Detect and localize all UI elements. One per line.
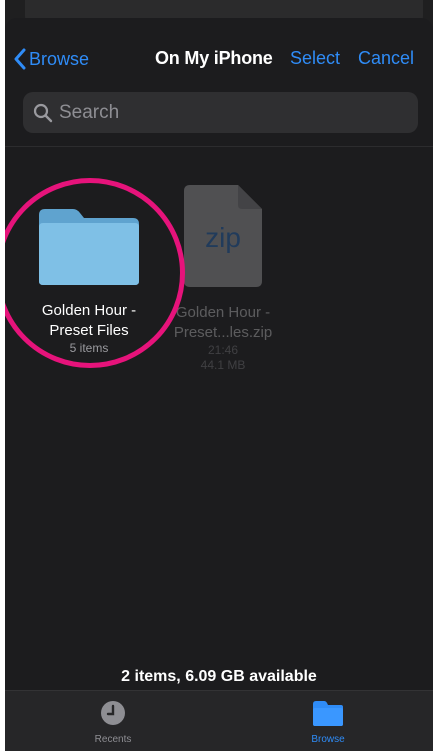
cancel-button[interactable]: Cancel — [358, 48, 414, 69]
tab-recents-label: Recents — [94, 734, 132, 745]
clock-icon — [101, 701, 125, 725]
tab-browse[interactable]: Browse — [268, 699, 388, 745]
folder-name-line1: Golden Hour - — [41, 302, 137, 319]
file-item-zip[interactable]: zip Golden Hour - Preset...les.zip 21:46… — [153, 173, 293, 373]
tab-bar: Recents Browse — [5, 690, 433, 751]
divider — [5, 146, 433, 147]
folder-item-count: 5 items — [69, 341, 109, 355]
zip-file-icon: zip — [184, 185, 262, 287]
tab-recents[interactable]: Recents — [53, 699, 173, 745]
search-input[interactable] — [59, 101, 389, 124]
storage-summary: 2 items, 6.09 GB available — [121, 668, 317, 685]
page-title: On My iPhone — [155, 48, 273, 68]
back-button-label: Browse — [29, 48, 90, 69]
zip-name-line1: Golden Hour - — [175, 304, 271, 321]
zip-name-line2: Preset...les.zip — [173, 324, 273, 341]
folder-tab-icon — [313, 701, 343, 726]
zip-file-size: 44.1 MB — [200, 358, 246, 372]
select-button[interactable]: Select — [290, 48, 340, 69]
back-button[interactable]: Browse — [13, 48, 89, 70]
file-item-folder[interactable]: Golden Hour - Preset Files 5 items — [19, 173, 159, 356]
navigation-bar: Browse On My iPhone Select Cancel — [5, 18, 433, 78]
file-browser-sheet: Browse On My iPhone Select Cancel Golden… — [5, 18, 433, 751]
tab-browse-label: Browse — [311, 734, 345, 745]
folder-name-line2: Preset Files — [49, 322, 129, 339]
zip-modified-time: 21:46 — [207, 343, 239, 357]
device-screen: Browse On My iPhone Select Cancel Golden… — [5, 0, 433, 751]
search-bar[interactable] — [23, 92, 418, 133]
folder-icon — [39, 209, 139, 285]
zip-icon-label: zip — [205, 222, 241, 253]
search-icon — [33, 103, 53, 122]
chevron-left-icon — [14, 48, 26, 70]
